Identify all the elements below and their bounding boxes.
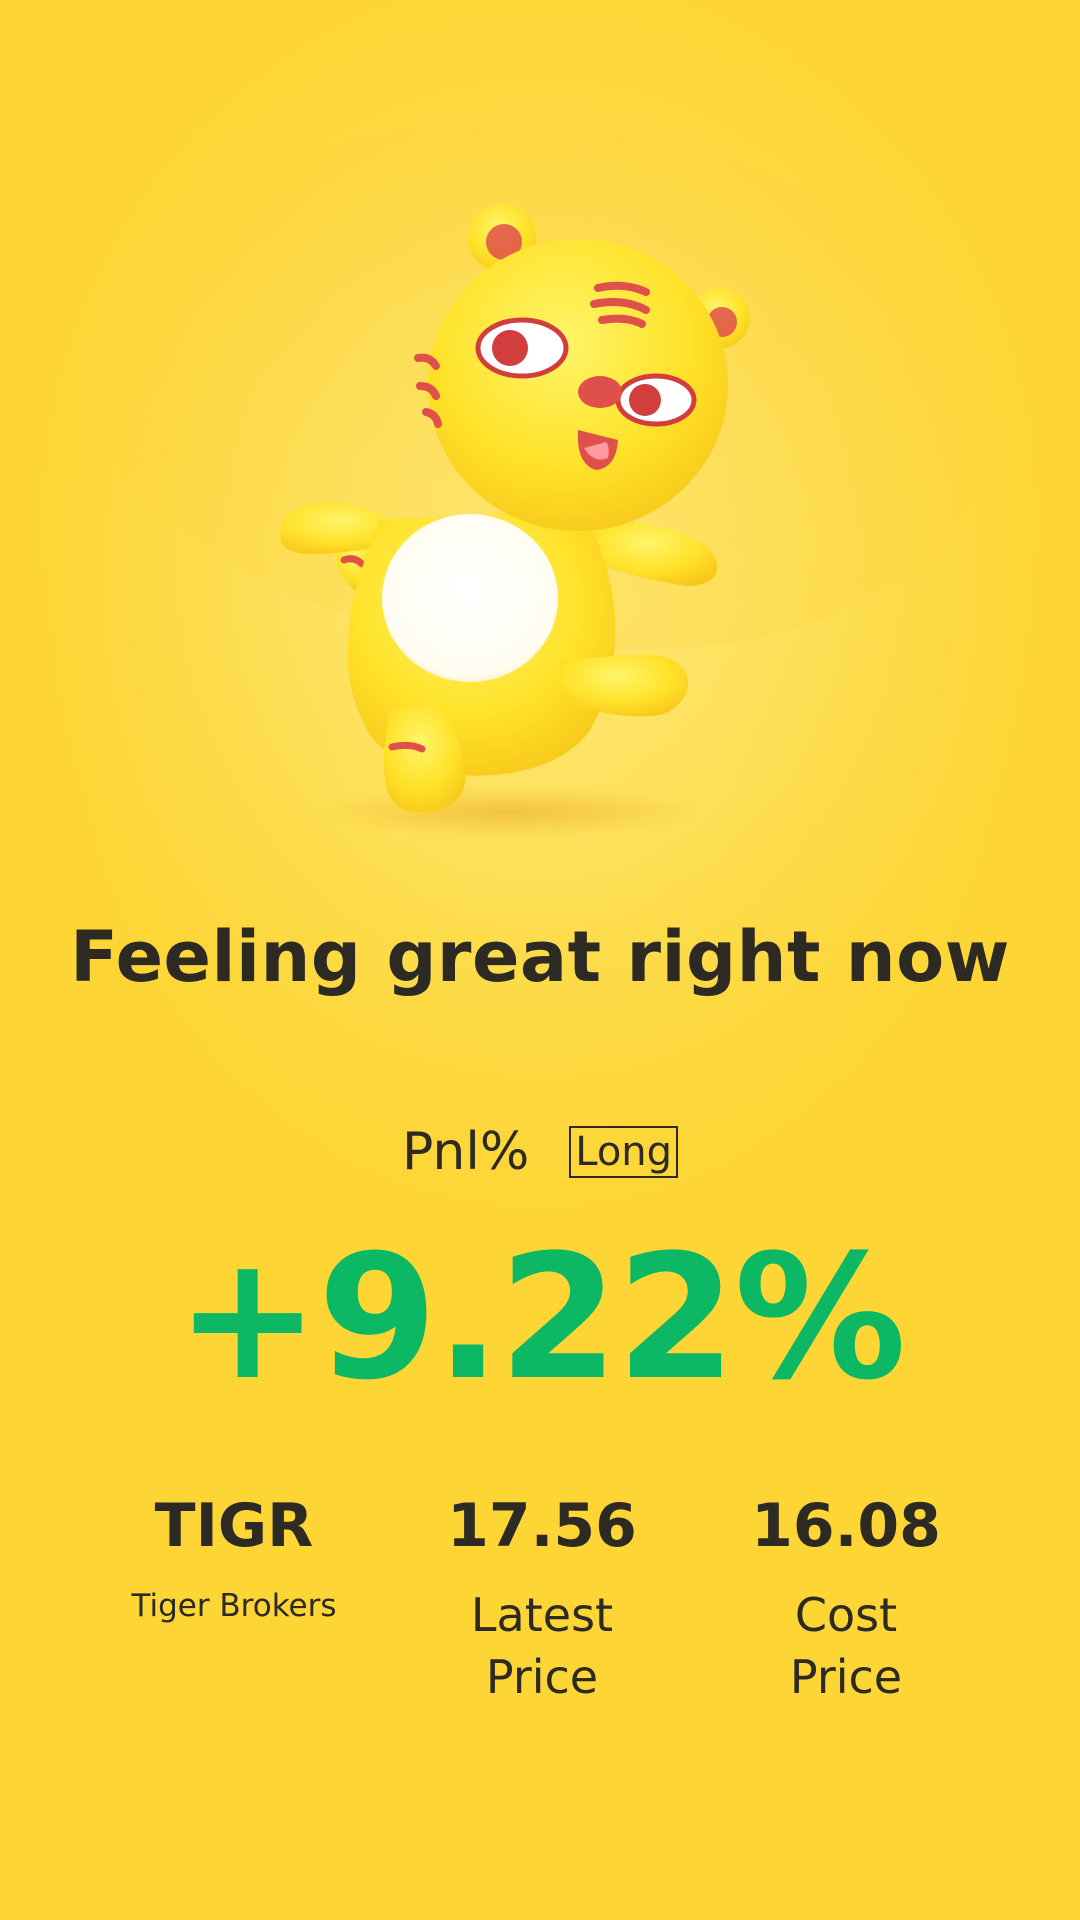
cost-price-stat: 16.08 Cost Price [686,1484,1006,1708]
latest-price-stat: 17.56 Latest Price [382,1484,702,1708]
latest-price-label: Latest Price [470,1588,614,1704]
page-title: Feeling great right now [70,916,1010,998]
pnl-label: Pnl% [401,1122,530,1182]
symbol-stat: TIGR Tiger Brokers [74,1484,394,1636]
company-name: Tiger Brokers [131,1588,337,1624]
cost-price-value: 16.08 [751,1491,941,1561]
position-badge: Long [569,1126,679,1178]
stock-symbol: TIGR [154,1491,314,1561]
stats-row: TIGR Tiger Brokers 17.56 Latest Price 16… [0,1484,1080,1724]
pnl-header: Pnl% Long [0,1122,1080,1182]
pnl-percentage: +9.22% [175,1217,907,1418]
tiger-mascot-icon [260,190,780,850]
cost-price-label: Cost Price [789,1588,903,1704]
latest-price-value: 17.56 [447,1491,637,1561]
